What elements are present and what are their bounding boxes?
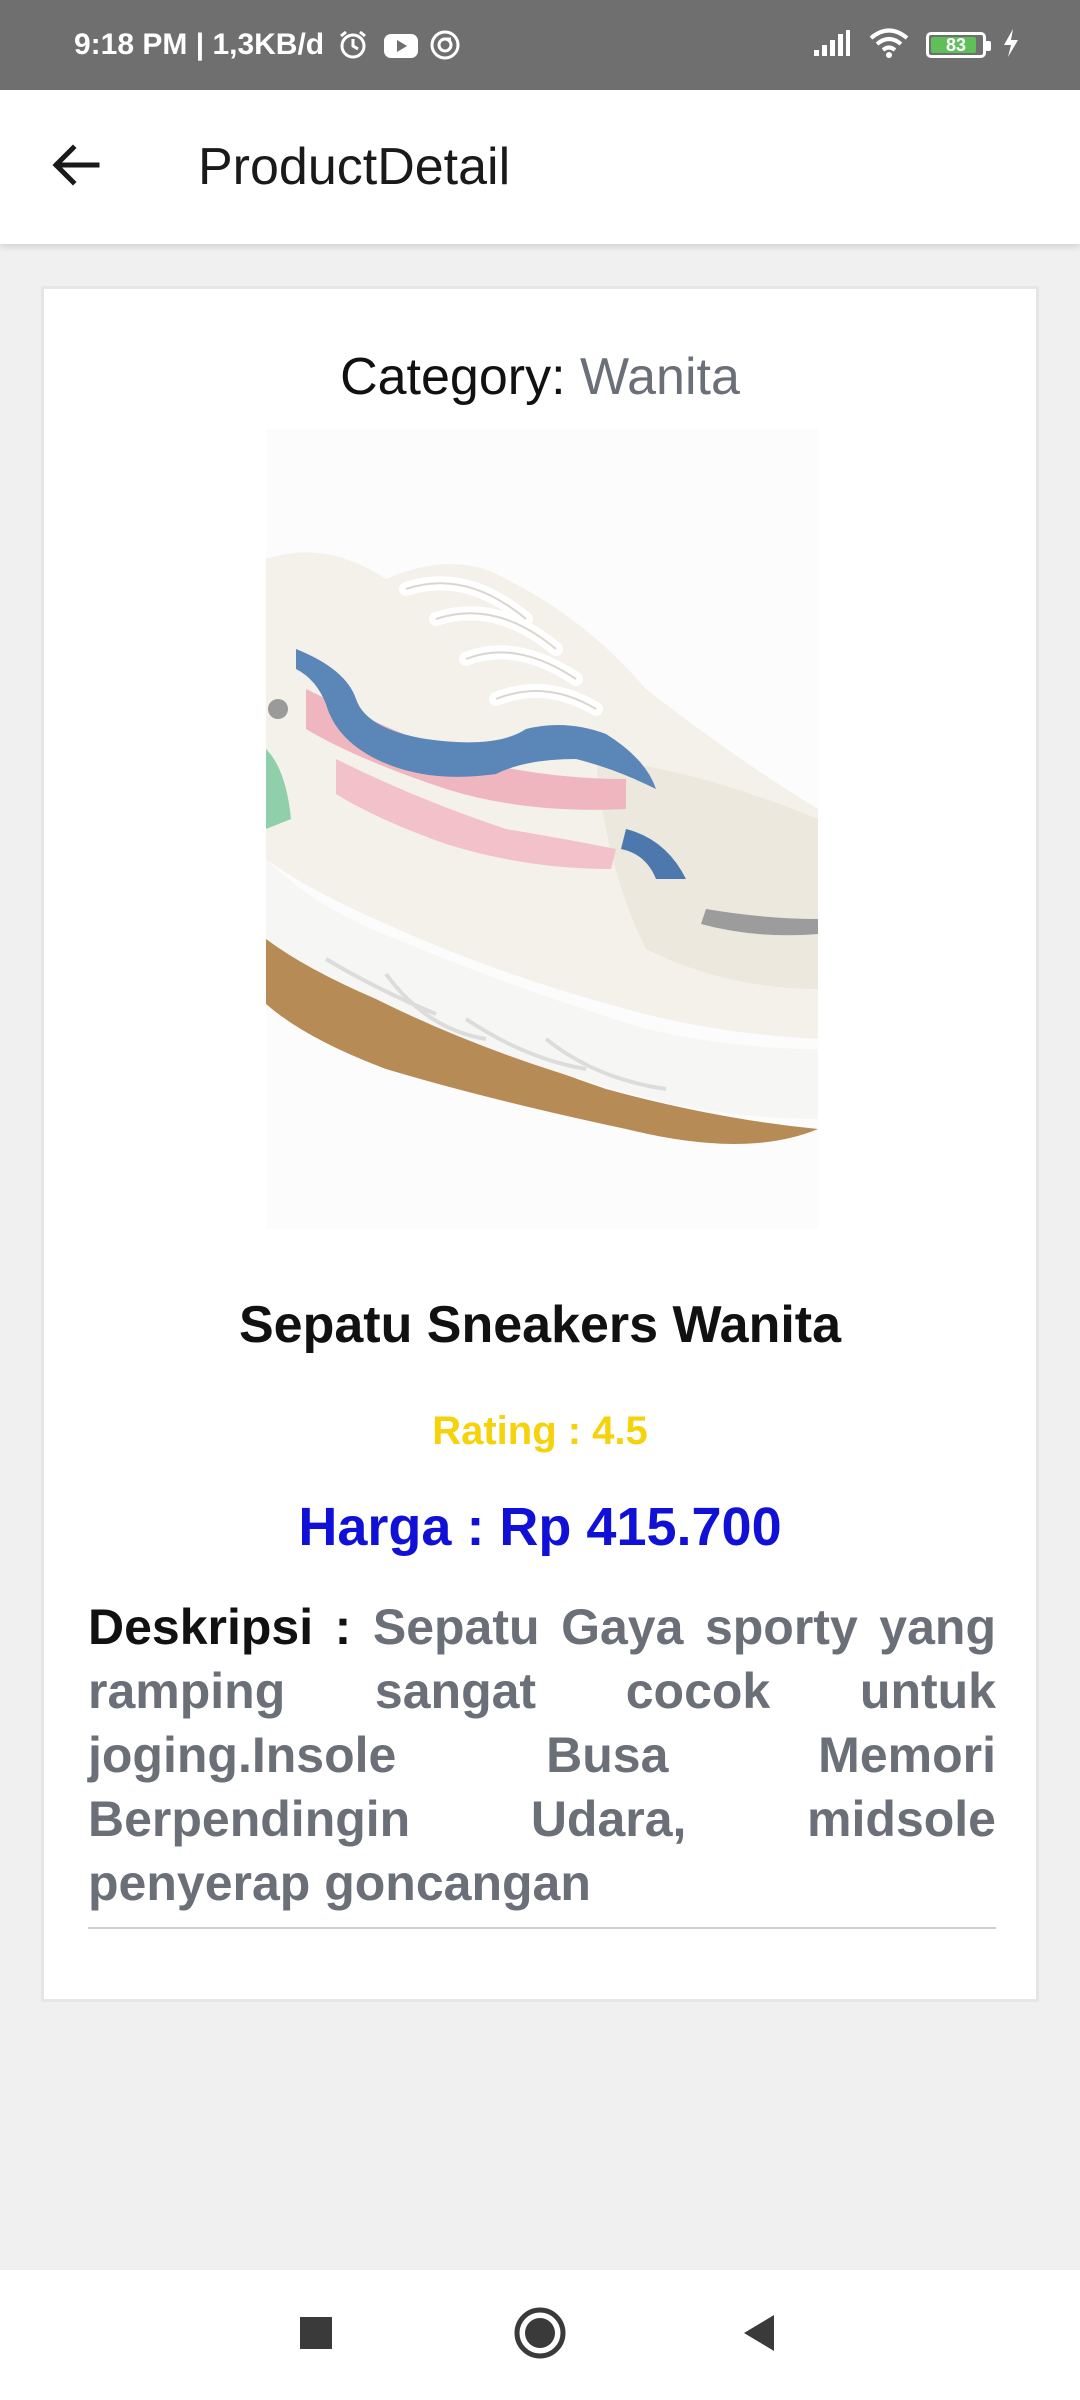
status-left: 9:18 PM | 1,3KB/d	[74, 0, 462, 90]
alarm-icon	[336, 28, 370, 62]
category-row: Category: Wanita	[44, 347, 1036, 407]
arrow-left-icon	[51, 143, 101, 192]
home-button[interactable]	[480, 2270, 600, 2400]
back-button[interactable]	[36, 127, 116, 207]
circle-icon	[513, 2306, 567, 2365]
category-value: Wanita	[579, 348, 740, 406]
battery-level: 83	[945, 34, 967, 55]
back-nav-button[interactable]	[700, 2270, 820, 2400]
product-name: Sepatu Sneakers Wanita	[238, 1296, 842, 1354]
wifi-icon	[868, 27, 910, 64]
product-description: Deskripsi : Sepatu Gaya sporty yang ramp…	[88, 1595, 996, 1929]
product-price: Harga : Rp 415.700	[298, 1497, 782, 1557]
status-time: 9:18 PM | 1,3KB/d	[74, 28, 325, 61]
battery-icon: 83	[926, 32, 991, 58]
product-rating: Rating : 4.5	[432, 1409, 648, 1453]
page-title: ProductDetail	[198, 138, 511, 196]
status-bar: 9:18 PM | 1,3KB/d 83	[0, 0, 1080, 90]
youtube-icon	[382, 28, 419, 62]
category-label: Category:	[340, 348, 566, 406]
charging-icon	[1002, 28, 1020, 63]
product-image	[266, 429, 818, 1229]
triangle-icon	[740, 2313, 780, 2358]
square-icon	[298, 2315, 334, 2356]
signal-icon	[812, 28, 852, 63]
sync-icon	[428, 28, 462, 62]
navigation-bar	[0, 2270, 1080, 2400]
status-right: 83	[812, 0, 1020, 90]
product-card: Category: Wanita Sepatu Sneakers Wanita …	[41, 286, 1039, 2002]
description-label: Deskripsi :	[88, 1599, 352, 1655]
recent-apps-button[interactable]	[256, 2270, 376, 2400]
app-bar: ProductDetail	[0, 90, 1080, 244]
